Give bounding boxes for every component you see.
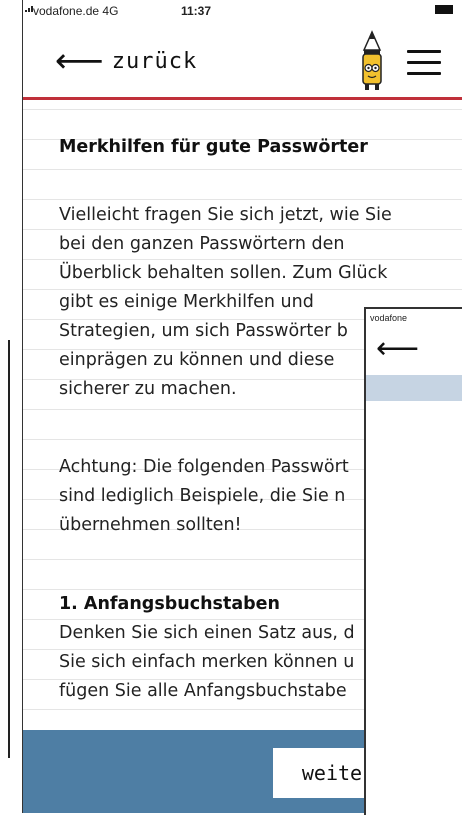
signal-icon <box>25 6 33 12</box>
back-button[interactable]: ⟵ zurück <box>55 41 198 81</box>
overlay-blue-band <box>366 375 462 401</box>
hamburger-menu-icon[interactable] <box>407 50 441 76</box>
battery-icon <box>435 5 453 14</box>
left-border-line <box>8 340 10 758</box>
left-margin <box>0 0 20 813</box>
back-label: zurück <box>111 48 198 74</box>
app-header: ⟵ zurück <box>23 22 462 100</box>
status-bar: vodafone.de 4G 11:37 <box>23 0 462 22</box>
clock: 11:37 <box>181 4 212 18</box>
page-heading: Merkhilfen für gute Passwörter <box>59 137 368 157</box>
arrow-left-icon: ⟵ <box>55 41 104 81</box>
intro-line: Überblick behalten sollen. Zum Glück <box>59 263 388 283</box>
pencil-mascot-icon <box>362 30 382 90</box>
carrier-label: vodafone.de 4G <box>33 4 119 18</box>
intro-line: Vielleicht fragen Sie sich jetzt, wie Si… <box>59 205 392 225</box>
overlay-carrier-label: vodafone <box>370 313 408 323</box>
intro-line: bei den ganzen Passwörtern den <box>59 234 345 254</box>
arrow-left-icon: ⟵ <box>376 331 420 366</box>
overlapping-screenshot: vodafone ⟵ <box>364 307 462 815</box>
